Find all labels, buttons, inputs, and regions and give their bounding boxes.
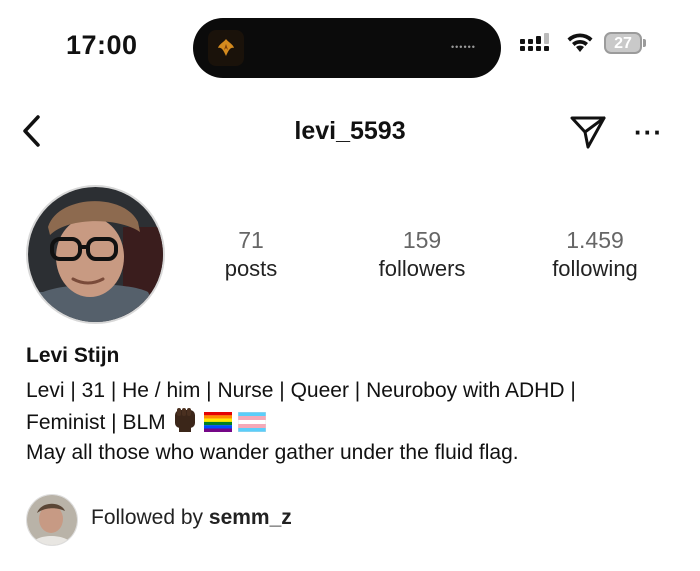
live-activity-app-icon[interactable] [208,30,244,66]
followed-by-avatar[interactable] [26,494,78,546]
stat-posts-label: posts [224,256,278,281]
followed-by-user[interactable]: semm_z [209,506,292,529]
followed-by-text[interactable]: Followed by semm_z [91,506,292,530]
island-dots-icon: •••••• [451,42,476,52]
stat-followers-count: 159 [402,227,442,253]
stat-posts[interactable]: 71 posts [181,226,321,284]
status-icons: 27 [520,32,646,54]
dynamic-island[interactable]: •••••• [193,18,501,78]
profile-bio: Levi | 31 | He / him | Nurse | Queer | N… [26,376,686,468]
stat-followers[interactable]: 159 followers [352,226,492,284]
stat-posts-count: 71 [238,227,264,253]
raised-fist-emoji [174,408,195,432]
battery-level: 27 [614,35,632,52]
bio-line-2: Feminist | BLM [26,411,166,434]
send-icon[interactable] [568,113,608,151]
bio-line-1: Levi | 31 | He / him | Nurse | Queer | N… [26,379,576,402]
status-time: 17:00 [66,30,138,60]
stat-following[interactable]: 1.459 following [525,226,665,284]
stat-following-label: following [552,256,638,281]
followed-by-prefix: Followed by [91,506,204,529]
wifi-icon [567,33,593,52]
bio-line-3: May all those who wander gather under th… [26,441,519,464]
signal-icon [520,33,549,51]
battery-icon: 27 [604,32,646,54]
profile-full-name: Levi Stijn [26,344,120,367]
stat-following-count: 1.459 [566,227,624,253]
more-icon[interactable]: ··· [634,119,663,145]
profile-avatar[interactable] [26,185,165,324]
bio-line-2-wrap: Feminist | BLM [26,406,686,438]
stat-followers-label: followers [378,256,466,281]
transgender-flag-emoji [237,412,266,432]
rainbow-flag-emoji [203,412,232,432]
